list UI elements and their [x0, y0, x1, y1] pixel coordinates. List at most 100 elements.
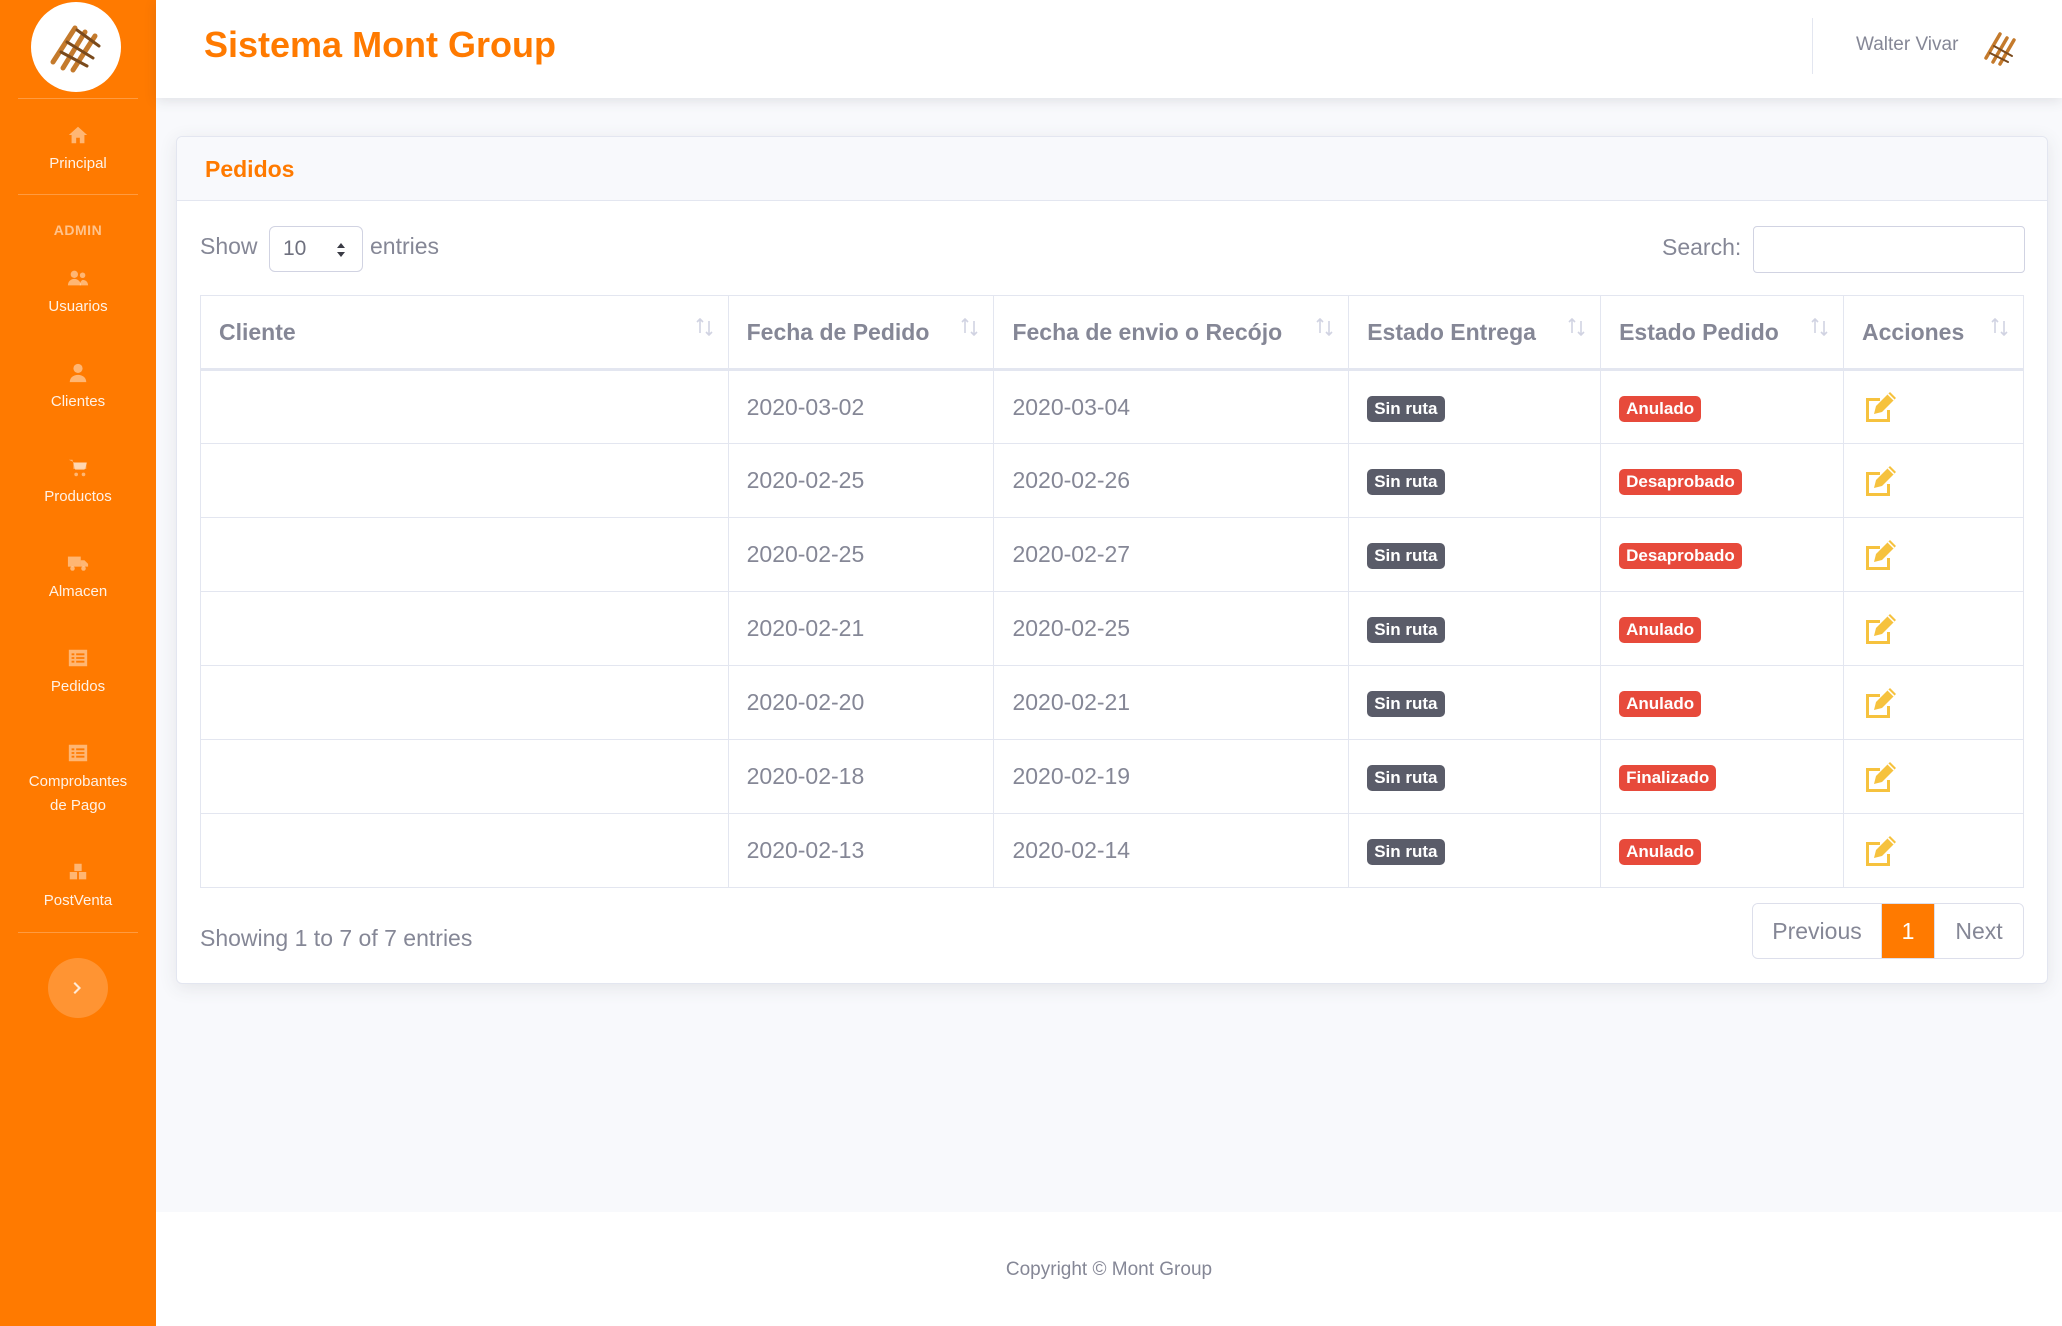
user-name[interactable]: Walter Vivar: [1856, 34, 1958, 56]
entries-length-select[interactable]: 10: [269, 226, 363, 272]
edit-button[interactable]: [1862, 686, 2005, 720]
column-header-fecha-envio[interactable]: Fecha de envio o Recójo: [993, 295, 1350, 371]
topbar-divider: [1812, 18, 1813, 74]
cell-estado-entrega: Sin ruta: [1348, 591, 1602, 666]
cell-fecha-pedido: 2020-02-18: [727, 739, 995, 814]
edit-button[interactable]: [1862, 612, 2005, 646]
sidebar-heading-admin: ADMIN: [53, 222, 103, 238]
cell-fecha-envio: 2020-02-25: [993, 591, 1350, 666]
column-header-estado-entrega[interactable]: Estado Entrega: [1348, 295, 1602, 371]
cell-estado-entrega: Sin ruta: [1348, 517, 1602, 592]
column-header-estado-pedido[interactable]: Estado Pedido: [1600, 295, 1844, 371]
column-label: Estado Entrega: [1367, 318, 1536, 345]
cell-estado-pedido: Desaprobado: [1600, 443, 1844, 518]
status-badge: Anulado: [1619, 691, 1702, 717]
next-page-button[interactable]: Next: [1934, 904, 2023, 958]
cell-cliente: [200, 813, 729, 888]
sidebar-item-principal[interactable]: Principal: [0, 124, 156, 176]
sidebar-item-comprobantes[interactable]: Comprobantes de Pago: [0, 742, 156, 818]
edit-button[interactable]: [1862, 538, 2005, 572]
cell-cliente: [200, 739, 729, 814]
cell-acciones: [1843, 369, 2024, 444]
sidebar-item-productos[interactable]: Productos: [0, 457, 156, 509]
edit-button[interactable]: [1862, 390, 2005, 424]
sidebar-item-label: Comprobantes de Pago: [28, 773, 128, 814]
brand-logo[interactable]: [31, 2, 121, 92]
table-row: 2020-02-20 2020-02-21 Sin ruta Anulado: [200, 665, 2024, 740]
cell-estado-pedido: Desaprobado: [1600, 517, 1844, 592]
edit-icon: [1866, 392, 1896, 422]
cell-cliente: [200, 591, 729, 666]
copyright-text: Copyright © Mont Group: [1005, 1259, 1213, 1280]
footer: Copyright © Mont Group: [156, 1212, 2062, 1326]
cell-fecha-pedido: 2020-02-25: [727, 517, 995, 592]
cell-estado-entrega: Sin ruta: [1348, 443, 1602, 518]
sidebar-item-postventa[interactable]: PostVenta: [0, 861, 156, 913]
cell-cliente: [200, 665, 729, 740]
table-row: 2020-02-13 2020-02-14 Sin ruta Anulado: [200, 813, 2024, 888]
status-badge: Anulado: [1619, 395, 1702, 422]
sidebar-divider: [18, 98, 138, 99]
column-header-acciones[interactable]: Acciones: [1843, 295, 2024, 371]
sidebar-item-pedidos[interactable]: Pedidos: [0, 647, 156, 699]
status-badge: Sin ruta: [1367, 395, 1445, 422]
cell-fecha-pedido: 2020-02-21: [727, 591, 995, 666]
column-label: Fecha de envio o Recójo: [1012, 318, 1283, 345]
status-badge: Sin ruta: [1367, 617, 1445, 643]
column-label: Fecha de Pedido: [746, 318, 930, 345]
cell-acciones: [1843, 591, 2024, 666]
sort-icon: [961, 317, 979, 337]
status-badge: Sin ruta: [1367, 765, 1445, 791]
cell-acciones: [1843, 443, 2024, 518]
edit-button[interactable]: [1862, 464, 2005, 498]
card-title: Pedidos: [205, 156, 295, 182]
sort-icon: [696, 317, 713, 337]
orders-table: Cliente Fecha de Pedido Fecha de envio o…: [200, 295, 2024, 888]
status-badge: Sin ruta: [1367, 839, 1445, 865]
sidebar-item-label: Clientes: [50, 393, 106, 410]
sidebar-item-almacen[interactable]: Almacen: [0, 552, 156, 604]
sidebar-item-usuarios[interactable]: Usuarios: [0, 267, 156, 319]
show-label: Show: [200, 233, 258, 259]
sidebar-item-label: Pedidos: [50, 678, 106, 695]
cell-fecha-pedido: 2020-03-02: [727, 369, 995, 444]
column-header-fecha-pedido[interactable]: Fecha de Pedido: [727, 295, 995, 371]
cell-fecha-envio: 2020-02-21: [993, 665, 1350, 740]
status-badge: Sin ruta: [1367, 543, 1445, 569]
edit-icon: [1866, 465, 1896, 496]
select-caret-icon: [337, 243, 345, 257]
column-label: Cliente: [219, 318, 296, 345]
search-label: Search:: [1662, 234, 1742, 260]
sidebar-item-label: Almacen: [48, 583, 108, 600]
sidebar-item-label: Principal: [49, 155, 107, 172]
sidebar-item-clientes[interactable]: Clientes: [0, 362, 156, 414]
logo-icon: [50, 25, 101, 73]
table-row: 2020-02-25 2020-02-26 Sin ruta Desaprobado: [200, 443, 2024, 518]
cell-fecha-pedido: 2020-02-13: [727, 813, 995, 888]
cell-cliente: [200, 443, 729, 518]
sidebar-divider: [18, 194, 138, 195]
sidebar-item-label: Productos: [44, 488, 112, 505]
cart-icon: [0, 457, 156, 479]
avatar[interactable]: [1978, 26, 2022, 70]
status-badge: Anulado: [1619, 839, 1702, 865]
list-icon: [0, 742, 156, 764]
search-input[interactable]: [1753, 226, 2025, 273]
sidebar-toggle-button[interactable]: [48, 958, 108, 1018]
app-title: Sistema Mont Group: [204, 24, 557, 65]
users-icon: [0, 267, 156, 289]
list-icon: [0, 647, 156, 669]
sort-icon: [1316, 317, 1333, 337]
cell-estado-entrega: Sin ruta: [1348, 369, 1602, 444]
boxes-icon: [0, 861, 156, 883]
column-header-cliente[interactable]: Cliente: [200, 295, 729, 371]
pagination: Previous 1 Next: [1752, 903, 2024, 959]
cell-fecha-pedido: 2020-02-25: [727, 443, 995, 518]
entries-label: entries: [370, 233, 440, 259]
previous-page-button[interactable]: Previous: [1753, 904, 1882, 958]
edit-button[interactable]: [1862, 760, 2005, 794]
page-1-button[interactable]: 1: [1882, 904, 1934, 958]
cell-acciones: [1843, 813, 2024, 888]
edit-button[interactable]: [1862, 834, 2005, 868]
table-row: 2020-02-18 2020-02-19 Sin ruta Finalizado: [200, 739, 2024, 814]
